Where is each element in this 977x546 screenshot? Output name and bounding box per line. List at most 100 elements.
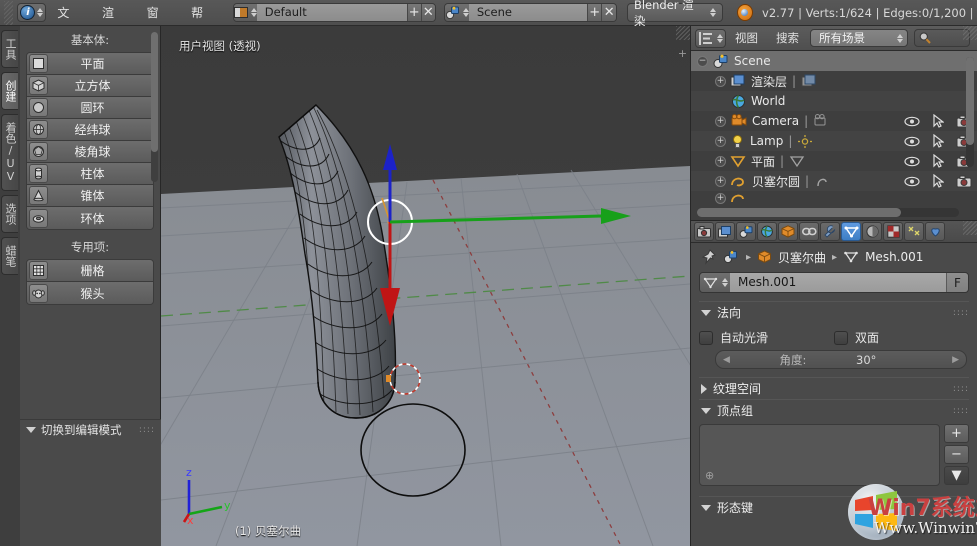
- editor-type-selector[interactable]: i: [17, 3, 46, 22]
- panel-drag-handle[interactable]: ::::: [953, 308, 969, 318]
- mesh-name-field[interactable]: Mesh.001 F: [699, 272, 969, 293]
- menu-render[interactable]: 渲染: [91, 0, 136, 26]
- add-monkey-button[interactable]: 猴头: [27, 282, 153, 304]
- mesh-name-input[interactable]: Mesh.001: [730, 273, 946, 292]
- outliner-vertical-scrollbar[interactable]: [966, 57, 974, 167]
- menu-window[interactable]: 窗口: [136, 0, 181, 26]
- screen-layout-value[interactable]: Default: [257, 4, 407, 21]
- toggle-visibility[interactable]: [899, 156, 925, 167]
- fake-user-button[interactable]: F: [946, 273, 968, 292]
- tab-modifiers[interactable]: [820, 222, 840, 241]
- chevron-left-icon[interactable]: ◀: [723, 355, 730, 365]
- tab-options[interactable]: 选项: [1, 195, 18, 233]
- add-ico-sphere-button[interactable]: 棱角球: [27, 141, 153, 163]
- outliner-row-lamp[interactable]: + Lamp |: [691, 131, 977, 151]
- tab-world[interactable]: [757, 222, 777, 241]
- outliner-row-world[interactable]: World: [691, 91, 977, 111]
- toggle-selectable[interactable]: [925, 154, 951, 168]
- outliner-search-field[interactable]: [914, 29, 970, 47]
- outliner-row-scene[interactable]: − Scene: [691, 51, 977, 71]
- tab-shading-uv[interactable]: 着色/UV: [1, 114, 18, 191]
- panel-header-shape-keys[interactable]: 形态键 ::::: [699, 496, 969, 518]
- tab-particles[interactable]: [904, 222, 924, 241]
- add-screen-layout-button[interactable]: +: [407, 4, 421, 21]
- tab-tools[interactable]: 工具: [1, 30, 18, 68]
- expand-icon[interactable]: +: [715, 156, 726, 167]
- panel-drag-handle[interactable]: ::::: [953, 384, 969, 394]
- tab-create[interactable]: 创建: [1, 72, 18, 110]
- auto-smooth-checkbox[interactable]: 自动光滑: [699, 329, 834, 346]
- tab-scene[interactable]: [736, 222, 756, 241]
- tab-physics[interactable]: [925, 222, 945, 241]
- add-uv-sphere-button[interactable]: 经纬球: [27, 119, 153, 141]
- screen-layout-selector[interactable]: Default + ✕: [233, 3, 436, 22]
- outliner-row-plane[interactable]: + 平面 |: [691, 151, 977, 171]
- add-cylinder-button[interactable]: 柱体: [27, 163, 153, 185]
- outliner-row-partial[interactable]: +: [691, 191, 977, 205]
- outliner-row-render-layers[interactable]: + 渲染层 |: [691, 71, 977, 91]
- add-row-icon[interactable]: ⊕: [705, 469, 714, 482]
- tab-texture[interactable]: [883, 222, 903, 241]
- toggle-visibility[interactable]: [899, 136, 925, 147]
- panel-header-vertex-groups[interactable]: 顶点组 ::::: [699, 399, 969, 421]
- menu-help[interactable]: 帮助: [180, 0, 225, 26]
- panel-header-normals[interactable]: 法向 ::::: [699, 301, 969, 323]
- expand-icon[interactable]: +: [715, 136, 726, 147]
- add-grid-button[interactable]: 栅格: [27, 260, 153, 282]
- 3d-viewport[interactable]: 用户视图 (透视) (1) 贝塞尔曲 + z y x: [161, 26, 690, 546]
- toggle-renderable[interactable]: [951, 175, 977, 188]
- breadcrumb-object-name[interactable]: 贝塞尔曲: [778, 249, 826, 266]
- vertex-group-specials-button[interactable]: ▼: [944, 466, 969, 485]
- toggle-selectable[interactable]: [925, 114, 951, 128]
- toggle-selectable[interactable]: [925, 174, 951, 188]
- add-cube-button[interactable]: 立方体: [27, 75, 153, 97]
- editor-corner-grip[interactable]: [4, 1, 13, 25]
- tab-render[interactable]: [694, 222, 714, 241]
- add-scene-button[interactable]: +: [587, 4, 602, 21]
- outliner-row-camera[interactable]: + Camera |: [691, 111, 977, 131]
- delete-scene-button[interactable]: ✕: [601, 4, 616, 21]
- panel-header-texture-space[interactable]: 纹理空间 ::::: [699, 377, 969, 399]
- add-circle-button[interactable]: 圆环: [27, 97, 153, 119]
- tab-object[interactable]: [778, 222, 798, 241]
- render-engine-selector[interactable]: Blender 渲染: [627, 3, 723, 22]
- viewport-toolbar-toggle[interactable]: +: [677, 45, 688, 61]
- remove-vertex-group-button[interactable]: −: [944, 445, 969, 464]
- vertex-group-list[interactable]: ⊕: [699, 424, 940, 486]
- viewport-canvas[interactable]: [161, 26, 690, 546]
- toggle-visibility[interactable]: [899, 116, 925, 127]
- delete-screen-layout-button[interactable]: ✕: [421, 4, 435, 21]
- add-vertex-group-button[interactable]: +: [944, 424, 969, 443]
- add-cone-button[interactable]: 锥体: [27, 185, 153, 207]
- chevron-right-icon[interactable]: ▶: [952, 355, 959, 365]
- panel-drag-handle[interactable]: ::::: [953, 406, 969, 416]
- toggle-visibility[interactable]: [899, 176, 925, 187]
- tab-render-layers[interactable]: [715, 222, 735, 241]
- panel-drag-handle[interactable]: ::::: [139, 425, 155, 435]
- tab-object-data[interactable]: [841, 222, 861, 241]
- operator-panel[interactable]: 切换到编辑模式 ::::: [20, 419, 161, 439]
- expand-icon[interactable]: +: [715, 116, 726, 127]
- double-sided-checkbox[interactable]: 双面: [834, 329, 969, 346]
- breadcrumb-data-name[interactable]: Mesh.001: [865, 250, 923, 264]
- tool-shelf-scrollbar[interactable]: [151, 32, 158, 182]
- expand-icon[interactable]: +: [715, 76, 726, 87]
- pin-icon[interactable]: [701, 249, 717, 265]
- tab-material[interactable]: [862, 222, 882, 241]
- expand-icon[interactable]: +: [715, 193, 726, 204]
- outliner-menu-search[interactable]: 搜索: [767, 26, 808, 51]
- toggle-selectable[interactable]: [925, 134, 951, 148]
- outliner-row-bezier-circle[interactable]: + 贝塞尔圆 |: [691, 171, 977, 191]
- add-torus-button[interactable]: 环体: [27, 207, 153, 229]
- outliner-horizontal-scrollbar[interactable]: [697, 208, 959, 217]
- add-plane-button[interactable]: 平面: [27, 53, 153, 75]
- tab-grease-pencil[interactable]: 蜡笔: [1, 237, 18, 275]
- tab-constraints[interactable]: [799, 222, 819, 241]
- scene-name-value[interactable]: Scene: [469, 4, 587, 21]
- auto-smooth-angle-field[interactable]: ◀ 角度: 30° ▶: [715, 350, 967, 369]
- outliner-tree[interactable]: − Scene + 渲染层 |: [691, 51, 977, 220]
- outliner-menu-view[interactable]: 视图: [726, 26, 767, 51]
- menu-file[interactable]: 文件: [46, 0, 91, 26]
- outliner-scope-selector[interactable]: 所有场景: [810, 29, 908, 47]
- outliner-display-mode-selector[interactable]: [695, 29, 726, 48]
